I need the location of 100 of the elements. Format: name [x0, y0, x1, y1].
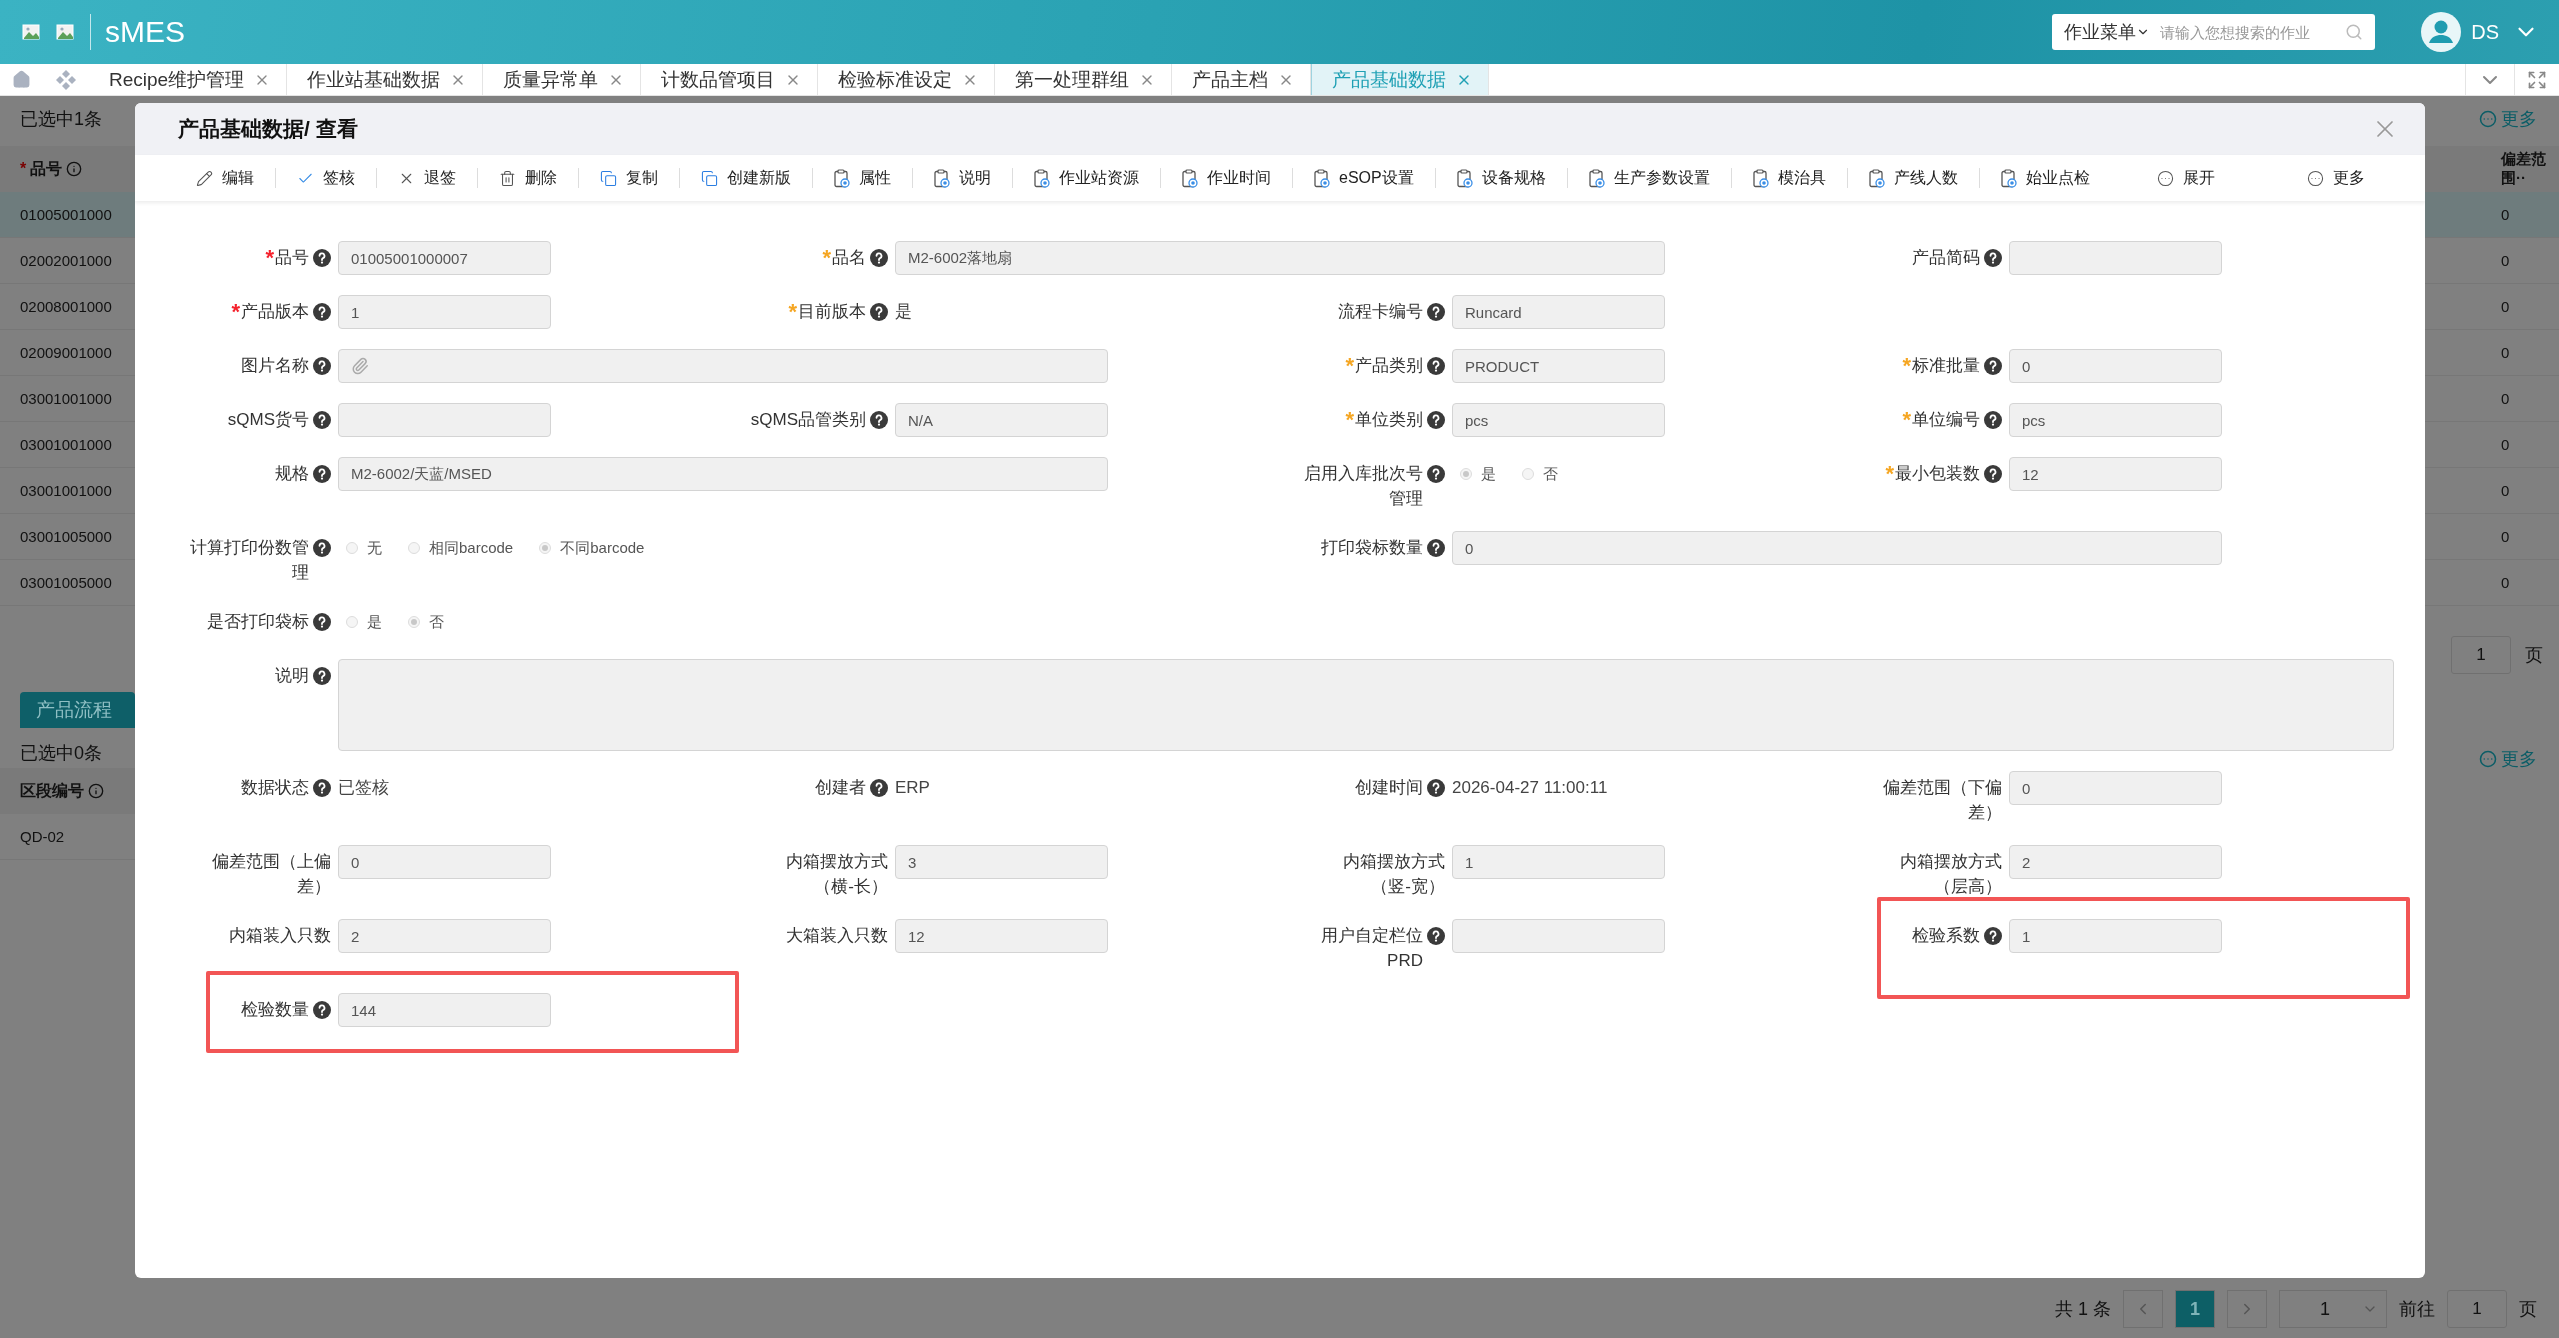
field-label: 创建时间	[1355, 777, 1423, 799]
input-field[interactable]: PRODUCT	[1452, 349, 1665, 383]
input-field[interactable]: M2-6002落地扇	[895, 241, 1665, 275]
field-label: 创建者	[815, 777, 866, 799]
upload-field[interactable]	[338, 349, 1108, 383]
help-icon[interactable]	[870, 779, 888, 797]
help-icon[interactable]	[313, 465, 331, 483]
help-icon[interactable]	[1427, 927, 1445, 945]
radio-option[interactable]: 是	[1460, 464, 1496, 484]
help-icon[interactable]	[1427, 779, 1445, 797]
toolbar-button[interactable]: 编辑	[175, 167, 275, 189]
input-field[interactable]: 0	[1452, 531, 2222, 565]
clipboard-icon	[1034, 168, 1050, 188]
toolbar-button[interactable]: 模治具	[1731, 167, 1847, 189]
input-field[interactable]: pcs	[1452, 403, 1665, 437]
help-icon[interactable]	[1984, 357, 2002, 375]
help-icon[interactable]	[1427, 465, 1445, 483]
field-value: 2026-04-27 11:00:11	[1452, 777, 1609, 799]
input-field[interactable]: 2	[2009, 845, 2222, 879]
app-logo: sMES	[90, 14, 185, 50]
field-label: *产品类别	[1345, 353, 1423, 378]
input-field[interactable]: 12	[895, 919, 1108, 953]
toolbar-button[interactable]: 展开	[2110, 167, 2261, 189]
page-label: 页	[2525, 644, 2543, 667]
input-field[interactable]	[338, 403, 551, 437]
toolbar-button[interactable]: 作业站资源	[1013, 167, 1160, 189]
input-field[interactable]: 0	[2009, 349, 2222, 383]
radio-option[interactable]: 否	[408, 612, 444, 632]
help-icon[interactable]	[313, 1001, 331, 1019]
help-icon[interactable]	[313, 779, 331, 797]
search-icon	[2345, 23, 2364, 41]
toolbar-button[interactable]: 作业时间	[1161, 167, 1292, 189]
input-field[interactable]: 1	[1452, 845, 1665, 879]
input-field[interactable]: Runcard	[1452, 295, 1665, 329]
radio-option[interactable]: 无	[346, 538, 382, 558]
help-icon[interactable]	[1427, 357, 1445, 375]
toolbar-button[interactable]: 产线人数	[1847, 167, 1979, 189]
input-field[interactable]: M2-6002/天蓝/MSED	[338, 457, 1108, 491]
column-header: 区段编号	[0, 768, 135, 814]
page-size-select[interactable]: 1	[2279, 1290, 2387, 1328]
help-icon[interactable]	[313, 357, 331, 375]
search-field[interactable]: 作业菜单 请输入您想搜索的作业	[2052, 14, 2376, 50]
page-input[interactable]: 1	[2447, 1290, 2507, 1328]
help-icon[interactable]	[1984, 465, 2002, 483]
input-field[interactable]: 01005001000007	[338, 241, 551, 275]
toolbar-button[interactable]: 设备规格	[1435, 167, 1567, 189]
input-field[interactable]: pcs	[2009, 403, 2222, 437]
input-field[interactable]: 1	[338, 295, 551, 329]
help-icon[interactable]	[1427, 539, 1445, 557]
toolbar-button[interactable]: 始业点检	[1979, 167, 2111, 189]
input-field[interactable]: 0	[2009, 771, 2222, 805]
radio-option[interactable]: 否	[1522, 464, 1558, 484]
help-icon[interactable]	[1984, 927, 2002, 945]
toolbar-button[interactable]: 属性	[813, 167, 912, 189]
field-value: 是	[895, 301, 913, 323]
toolbar-button[interactable]: 签核	[276, 167, 376, 189]
help-icon[interactable]	[870, 411, 888, 429]
input-field[interactable]: 144	[338, 993, 551, 1027]
radio-option[interactable]: 相同barcode	[408, 538, 514, 558]
toolbar-button[interactable]: 生产参数设置	[1567, 167, 1731, 189]
field-label: 规格	[275, 463, 309, 485]
page-input[interactable]: 1	[2451, 636, 2511, 674]
input-field[interactable]: 2	[338, 919, 551, 953]
toolbar-button[interactable]: 退签	[377, 167, 477, 189]
field-label: *产品版本	[231, 299, 309, 324]
avatar-icon[interactable]	[2421, 12, 2462, 52]
help-icon[interactable]	[1427, 303, 1445, 321]
radio-option[interactable]: 不同barcode	[539, 538, 645, 558]
toolbar-button[interactable]: 复制	[579, 167, 679, 189]
help-icon[interactable]	[313, 539, 331, 557]
radio-option[interactable]: 是	[346, 612, 382, 632]
toolbar-button[interactable]: 创建新版	[680, 167, 812, 189]
help-icon[interactable]	[313, 667, 331, 685]
help-icon[interactable]	[1427, 411, 1445, 429]
help-icon[interactable]	[1984, 249, 2002, 267]
input-field[interactable]: 12	[2009, 457, 2222, 491]
field-label: *最小包装数	[1885, 461, 1980, 486]
help-icon[interactable]	[313, 303, 331, 321]
help-icon[interactable]	[313, 411, 331, 429]
clipboard-icon	[2000, 168, 2017, 188]
toolbar-button[interactable]: 删除	[478, 167, 578, 189]
input-field[interactable]	[1452, 919, 1665, 953]
help-icon[interactable]	[313, 613, 331, 631]
field-label: 产品简码	[1912, 247, 1980, 269]
input-field[interactable]: 3	[895, 845, 1108, 879]
tab[interactable]: 产品流程	[20, 692, 135, 728]
toolbar-button[interactable]: 说明	[913, 167, 1012, 189]
input-field[interactable]: 0	[338, 845, 551, 879]
input-field[interactable]: N/A	[895, 403, 1108, 437]
toolbar-button[interactable]: 更多	[2260, 167, 2411, 189]
help-icon[interactable]	[870, 249, 888, 267]
toolbar-button[interactable]: eSOP设置	[1293, 167, 1435, 189]
input-field[interactable]: 1	[2009, 919, 2222, 953]
menu-dropdown[interactable]: 作业菜单	[2064, 20, 2151, 44]
help-icon[interactable]	[870, 303, 888, 321]
clipboard-icon	[1868, 168, 1885, 188]
help-icon[interactable]	[313, 249, 331, 267]
help-icon[interactable]	[1984, 411, 2002, 429]
field-label: sQMS品管类别	[750, 409, 866, 431]
input-field[interactable]	[2009, 241, 2222, 275]
